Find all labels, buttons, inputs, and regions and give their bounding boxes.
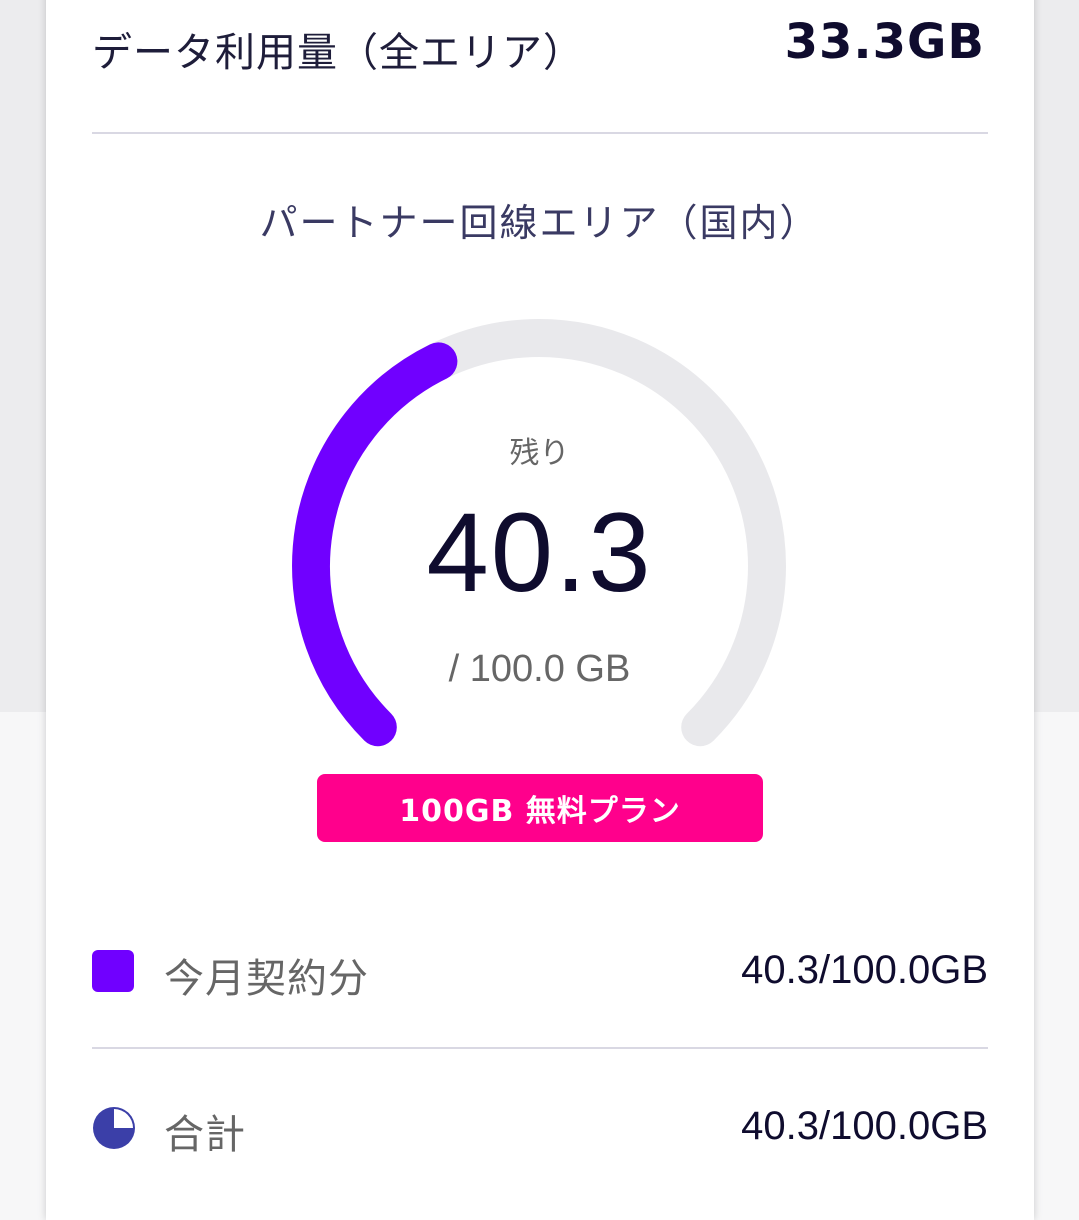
legend-item-monthly: 今月契約分 40.3/100.0GB (92, 940, 988, 1002)
divider (92, 132, 988, 134)
legend-value: 40.3/100.0GB (741, 1104, 988, 1148)
legend-value: 40.3/100.0GB (741, 948, 988, 992)
total-usage-value: 33.3GB (784, 14, 985, 70)
area-title: パートナー回線エリア（国内） (259, 201, 820, 245)
legend-label: 今月契約分 (164, 956, 369, 1002)
divider (92, 1047, 988, 1049)
remaining-value: 40.3 (426, 490, 653, 615)
pie-clock-icon (93, 1107, 135, 1149)
remaining-label: 残り (509, 436, 570, 471)
plan-badge: 100GB 無料プラン (317, 774, 763, 842)
legend-item-total: 合計 40.3/100.0GB (92, 1096, 988, 1158)
legend-label: 合計 (164, 1112, 246, 1158)
remaining-total: / 100.0 GB (448, 648, 631, 690)
square-swatch-icon (92, 950, 134, 992)
total-usage-label: データ利用量（全エリア） (92, 30, 584, 76)
